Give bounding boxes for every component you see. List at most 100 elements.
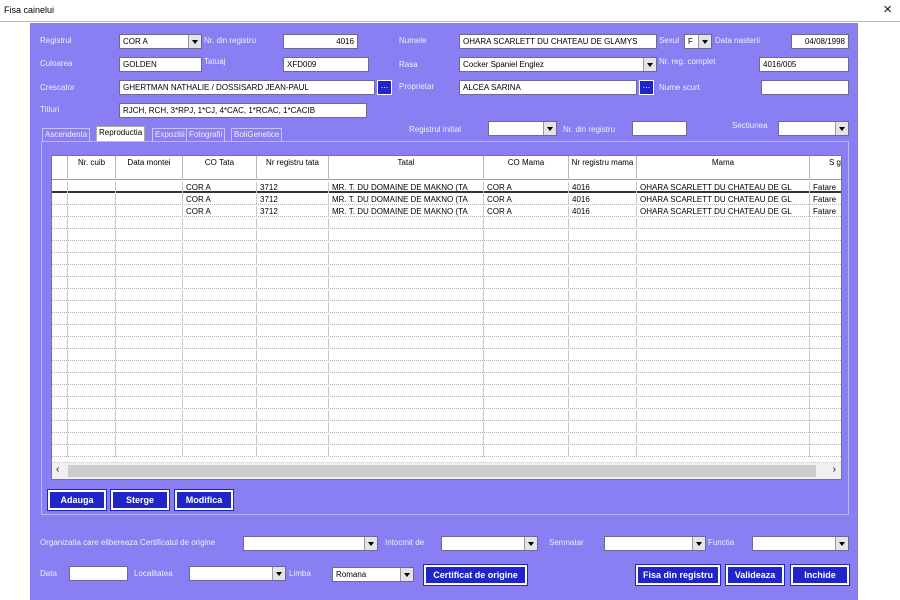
table-cell[interactable]: COR A xyxy=(183,206,257,217)
table-row[interactable] xyxy=(52,302,841,313)
registrul-initial-select[interactable] xyxy=(488,121,557,136)
row-indicator[interactable] xyxy=(52,230,68,241)
table-row[interactable] xyxy=(52,350,841,361)
table-cell[interactable] xyxy=(484,314,569,325)
table-cell[interactable] xyxy=(569,446,637,457)
row-indicator[interactable] xyxy=(52,410,68,421)
adauga-button[interactable]: Adauga xyxy=(48,490,106,510)
col-sg[interactable]: S g xyxy=(810,156,841,180)
col-co-tata[interactable]: CO Tata xyxy=(183,156,257,180)
table-cell[interactable] xyxy=(637,314,810,325)
table-cell[interactable] xyxy=(637,254,810,265)
table-cell[interactable] xyxy=(637,290,810,301)
table-cell[interactable] xyxy=(116,302,183,313)
table-cell[interactable] xyxy=(329,302,484,313)
table-cell[interactable] xyxy=(68,326,116,337)
table-cell[interactable] xyxy=(183,290,257,301)
table-cell[interactable] xyxy=(68,314,116,325)
table-cell[interactable] xyxy=(810,350,841,361)
row-indicator[interactable] xyxy=(52,434,68,445)
table-cell[interactable] xyxy=(810,338,841,349)
table-cell[interactable] xyxy=(116,194,183,205)
proprietar-lookup-button[interactable]: ... xyxy=(639,80,654,95)
table-cell[interactable] xyxy=(257,398,329,409)
table-cell[interactable] xyxy=(569,230,637,241)
sterge-button[interactable]: Sterge xyxy=(111,490,169,510)
table-cell[interactable] xyxy=(68,434,116,445)
table-cell[interactable] xyxy=(484,338,569,349)
table-cell[interactable] xyxy=(569,326,637,337)
tab-expozitii[interactable]: Expozitii xyxy=(152,128,188,141)
table-cell[interactable] xyxy=(183,302,257,313)
table-cell[interactable] xyxy=(183,362,257,373)
row-indicator[interactable] xyxy=(52,218,68,229)
table-cell[interactable] xyxy=(116,350,183,361)
table-cell[interactable] xyxy=(810,410,841,421)
table-cell[interactable] xyxy=(257,314,329,325)
table-cell[interactable] xyxy=(257,254,329,265)
table-cell[interactable] xyxy=(637,302,810,313)
table-cell[interactable] xyxy=(637,386,810,397)
table-cell[interactable] xyxy=(484,446,569,457)
table-cell[interactable]: 4016 xyxy=(569,182,637,193)
table-cell[interactable] xyxy=(329,266,484,277)
row-indicator[interactable] xyxy=(52,182,68,193)
table-cell[interactable] xyxy=(569,374,637,385)
tatuaj-field[interactable]: XFD009 xyxy=(283,57,369,72)
table-cell[interactable] xyxy=(329,242,484,253)
table-row[interactable] xyxy=(52,314,841,325)
table-cell[interactable] xyxy=(68,374,116,385)
table-cell[interactable] xyxy=(637,326,810,337)
crescator-lookup-button[interactable]: ... xyxy=(377,80,392,95)
col-mama[interactable]: Mama xyxy=(637,156,810,180)
table-cell[interactable] xyxy=(637,350,810,361)
table-cell[interactable] xyxy=(810,254,841,265)
table-cell[interactable]: COR A xyxy=(484,206,569,217)
table-cell[interactable] xyxy=(569,410,637,421)
table-cell[interactable] xyxy=(257,338,329,349)
localitatea-select[interactable] xyxy=(189,566,286,581)
table-cell[interactable] xyxy=(637,374,810,385)
culoarea-field[interactable]: GOLDEN xyxy=(119,57,202,72)
table-row[interactable] xyxy=(52,386,841,397)
table-cell[interactable] xyxy=(68,266,116,277)
table-cell[interactable]: Fatare xyxy=(810,194,841,205)
table-cell[interactable] xyxy=(116,182,183,193)
table-cell[interactable] xyxy=(183,266,257,277)
table-cell[interactable] xyxy=(484,230,569,241)
table-cell[interactable] xyxy=(484,254,569,265)
table-cell[interactable] xyxy=(569,350,637,361)
table-cell[interactable]: OHARA SCARLETT DU CHATEAU DE GL xyxy=(637,194,810,205)
table-cell[interactable] xyxy=(484,290,569,301)
intocmit-de-select[interactable] xyxy=(441,536,538,551)
table-cell[interactable] xyxy=(116,218,183,229)
table-cell[interactable] xyxy=(116,374,183,385)
chevron-down-icon[interactable] xyxy=(272,567,285,580)
table-cell[interactable] xyxy=(810,422,841,433)
col-nr-registru-mama[interactable]: Nr registru mama xyxy=(569,156,637,180)
table-cell[interactable] xyxy=(810,266,841,277)
table-cell[interactable] xyxy=(68,386,116,397)
table-cell[interactable] xyxy=(68,362,116,373)
table-cell[interactable] xyxy=(637,278,810,289)
col-nr-cuib[interactable]: Nr. cuib xyxy=(68,156,116,180)
table-cell[interactable] xyxy=(810,314,841,325)
table-row[interactable] xyxy=(52,326,841,337)
table-cell[interactable] xyxy=(68,350,116,361)
table-cell[interactable] xyxy=(183,398,257,409)
table-cell[interactable] xyxy=(257,362,329,373)
table-cell[interactable] xyxy=(569,434,637,445)
tab-fotografii[interactable]: Fotografii xyxy=(186,128,226,141)
crescator-field[interactable]: GHERTMAN NATHALIE / DOSSISARD JEAN-PAUL xyxy=(119,80,375,95)
table-cell[interactable] xyxy=(329,446,484,457)
table-cell[interactable] xyxy=(116,278,183,289)
table-cell[interactable] xyxy=(569,266,637,277)
table-cell[interactable] xyxy=(810,398,841,409)
table-cell[interactable]: Fatare xyxy=(810,182,841,193)
data-nasterii-field[interactable]: 04/08/1998 xyxy=(791,34,849,49)
table-row[interactable] xyxy=(52,254,841,265)
sexul-select[interactable]: F xyxy=(684,34,712,49)
table-cell[interactable]: Fatare xyxy=(810,206,841,217)
table-cell[interactable]: COR A xyxy=(484,182,569,193)
col-nr-registru-tata[interactable]: Nr registru tata xyxy=(257,156,329,180)
